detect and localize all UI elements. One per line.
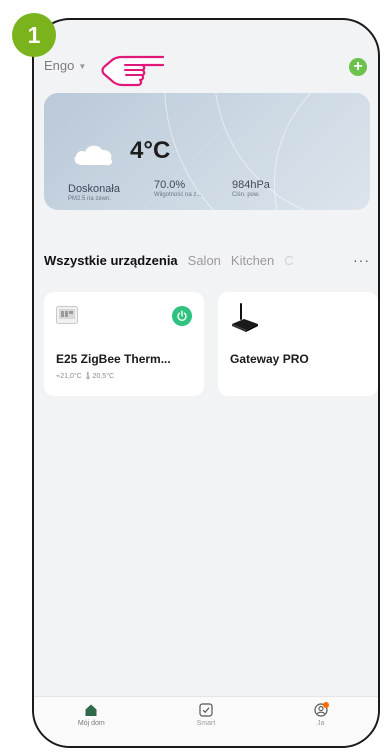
- gateway-router-icon: [232, 303, 258, 332]
- device-card-thermostat[interactable]: E25 ZigBee Therm... ⌁21,0°C 🌡20,5°C: [44, 292, 204, 396]
- stat-label: PM2.5 na zewn.: [68, 196, 112, 202]
- phone-frame: Engo ▼ + 4°C Doskonała PM2.5 na zewn. 70…: [32, 18, 380, 748]
- nav-my-home[interactable]: Mój dom: [61, 703, 121, 746]
- device-name: E25 ZigBee Therm...: [56, 352, 171, 366]
- stat-air-quality: Doskonała PM2.5 na zewn.: [68, 183, 120, 202]
- profile-icon-wrap: [314, 702, 329, 717]
- power-icon: [177, 310, 187, 322]
- weather-card[interactable]: 4°C Doskonała PM2.5 na zewn. 70.0% Wilgo…: [44, 93, 370, 210]
- more-tabs-button[interactable]: ···: [353, 252, 370, 268]
- home-icon: [85, 704, 97, 716]
- stat-humidity: 70.0% Wilgotność na z...: [154, 179, 201, 198]
- tab-kitchen[interactable]: Kitchen: [231, 253, 274, 268]
- nav-profile[interactable]: Ja: [291, 702, 351, 746]
- device-card-gateway[interactable]: Gateway PRO: [218, 292, 378, 396]
- chevron-down-icon: ▼: [78, 61, 87, 71]
- add-device-button[interactable]: +: [349, 58, 367, 76]
- stat-value: 70.0%: [154, 179, 186, 191]
- checkbox-icon: [199, 703, 213, 717]
- cloud-icon: [74, 145, 113, 166]
- stat-pressure: 984hPa Ciśn. pow.: [232, 179, 270, 198]
- device-temperatures: ⌁21,0°C 🌡20,5°C: [56, 373, 115, 380]
- temperature: 4°C: [130, 137, 171, 164]
- stat-label: Wilgotność na z...: [154, 192, 202, 198]
- room-tabs: Wszystkie urządzenia Salon Kitchen C: [44, 253, 370, 268]
- tab-salon[interactable]: Salon: [188, 253, 221, 268]
- power-toggle-button[interactable]: [172, 306, 192, 326]
- step-number-badge: 1: [12, 13, 56, 57]
- tab-all-devices[interactable]: Wszystkie urządzenia: [44, 253, 178, 268]
- home-selector[interactable]: Engo ▼: [44, 58, 86, 73]
- bottom-navigation: Mój dom Smart Ja: [34, 696, 378, 746]
- notification-dot: [322, 702, 329, 708]
- nav-smart[interactable]: Smart: [176, 703, 236, 746]
- stat-label: Ciśn. pow.: [232, 192, 260, 198]
- home-name: Engo: [44, 58, 75, 73]
- nav-label: Mój dom: [77, 720, 105, 727]
- nav-label: Smart: [196, 720, 216, 727]
- plus-icon: +: [353, 58, 363, 75]
- pointing-hand-icon: [101, 55, 165, 87]
- stat-value: 984hPa: [232, 179, 270, 191]
- device-name: Gateway PRO: [230, 352, 309, 366]
- tab-truncated[interactable]: C: [284, 253, 293, 268]
- stat-value: Doskonała: [68, 183, 120, 195]
- nav-label: Ja: [316, 720, 325, 727]
- thermostat-icon: [56, 306, 78, 324]
